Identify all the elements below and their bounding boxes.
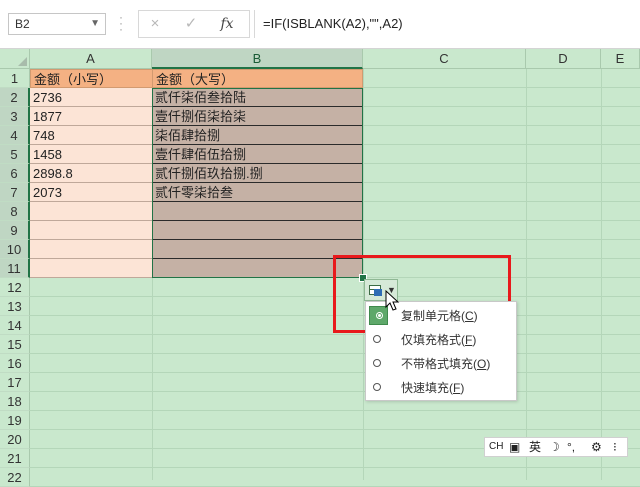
menu-item-key: C	[465, 309, 474, 323]
menu-item-end: )	[460, 381, 465, 395]
row-header[interactable]: 11	[0, 259, 30, 278]
cell-a6[interactable]: 2898.8	[30, 164, 153, 183]
row-header[interactable]: 13	[0, 297, 30, 316]
select-all-corner[interactable]	[0, 49, 30, 69]
menu-item-end: )	[473, 309, 478, 323]
autofill-options-menu: 复制单元格(C) 仅填充格式(F) 不带格式填充(O) 快速填充(F)	[365, 301, 517, 401]
cell-a9[interactable]	[30, 221, 153, 240]
row-header[interactable]: 16	[0, 354, 30, 373]
menu-item-fill-without-formatting[interactable]: 不带格式填充(O)	[366, 353, 516, 375]
row-header[interactable]: 6	[0, 164, 30, 183]
keyboard-icon[interactable]: ▣	[509, 438, 520, 456]
row-header[interactable]: 20	[0, 430, 30, 449]
ime-lang[interactable]: 英	[529, 438, 541, 456]
moon-icon[interactable]: ☽	[549, 438, 560, 456]
row-header[interactable]: 15	[0, 335, 30, 354]
row-header[interactable]: 4	[0, 126, 30, 145]
column-header-e[interactable]: E	[601, 49, 640, 69]
column-header-a[interactable]: A	[30, 49, 152, 69]
ime-mode[interactable]: CH	[489, 438, 503, 456]
formula-text: =IF(ISBLANK(A2),"",A2)	[263, 16, 403, 31]
more-icon[interactable]: ⁝	[613, 438, 617, 456]
cell-a10[interactable]	[30, 240, 153, 259]
fill-icon	[374, 289, 382, 296]
menu-item-fill-formatting-only[interactable]: 仅填充格式(F)	[366, 329, 516, 351]
row-header[interactable]: 18	[0, 392, 30, 411]
cell-a11[interactable]	[30, 259, 153, 278]
enter-icon[interactable]: ✓	[178, 11, 204, 37]
row-header[interactable]: 21	[0, 449, 30, 468]
cell-a3[interactable]: 1877	[30, 107, 153, 126]
row-header[interactable]: 9	[0, 221, 30, 240]
row-header[interactable]: 8	[0, 202, 30, 221]
cell-a7[interactable]: 2073	[30, 183, 153, 202]
row-header[interactable]: 7	[0, 183, 30, 202]
cell-a5[interactable]: 1458	[30, 145, 153, 164]
menu-item-label: 复制单元格(	[401, 309, 465, 323]
row-header[interactable]: 3	[0, 107, 30, 126]
row-header[interactable]: 14	[0, 316, 30, 335]
row-header[interactable]: 2	[0, 88, 30, 107]
menu-item-end: )	[472, 333, 477, 347]
row-header[interactable]: 10	[0, 240, 30, 259]
row-header[interactable]: 1	[0, 69, 30, 88]
menu-item-end: )	[486, 357, 491, 371]
cell-b1[interactable]: 金额（大写）	[152, 69, 363, 88]
formula-input[interactable]: =IF(ISBLANK(A2),"",A2)	[254, 10, 640, 38]
radio-icon	[373, 359, 381, 367]
cell-a1[interactable]: 金额（小写）	[30, 69, 153, 88]
row-header[interactable]: 5	[0, 145, 30, 164]
menu-item-label: 仅填充格式(	[401, 333, 465, 347]
column-header-d[interactable]: D	[526, 49, 601, 69]
mouse-cursor-icon	[385, 290, 400, 311]
name-box-value: B2	[15, 17, 30, 31]
cell-a2[interactable]: 2736	[30, 88, 153, 107]
gear-icon[interactable]: ⚙	[591, 438, 602, 456]
radio-icon	[373, 335, 381, 343]
radio-icon	[373, 383, 381, 391]
ime-toolbar: CH ▣ 英 ☽ °, ⚙ ⁝	[484, 437, 628, 457]
insert-function-icon[interactable]: fx	[214, 11, 240, 37]
row-header[interactable]: 22	[0, 468, 30, 487]
row-header[interactable]: 12	[0, 278, 30, 297]
chevron-down-icon[interactable]: ▼	[90, 18, 100, 29]
column-header-c[interactable]: C	[363, 49, 526, 69]
name-box[interactable]: B2 ▼	[8, 13, 106, 35]
cancel-icon[interactable]: ×	[142, 11, 168, 37]
selection-range	[152, 88, 363, 278]
column-header-b[interactable]: B	[152, 49, 363, 69]
cell-a8[interactable]	[30, 202, 153, 221]
menu-item-label: 快速填充(	[401, 381, 453, 395]
menu-item-label: 不带格式填充(	[401, 357, 477, 371]
row-header[interactable]: 19	[0, 411, 30, 430]
drag-handle-icon[interactable]: · · ·	[118, 11, 124, 35]
menu-item-key: O	[477, 357, 487, 371]
menu-item-flash-fill[interactable]: 快速填充(F)	[366, 377, 516, 399]
punctuation-icon[interactable]: °,	[567, 438, 575, 456]
cell-a4[interactable]: 748	[30, 126, 153, 145]
row-header[interactable]: 17	[0, 373, 30, 392]
formula-bar: B2 ▼ · · · × ✓ fx =IF(ISBLANK(A2),"",A2)	[0, 0, 640, 49]
